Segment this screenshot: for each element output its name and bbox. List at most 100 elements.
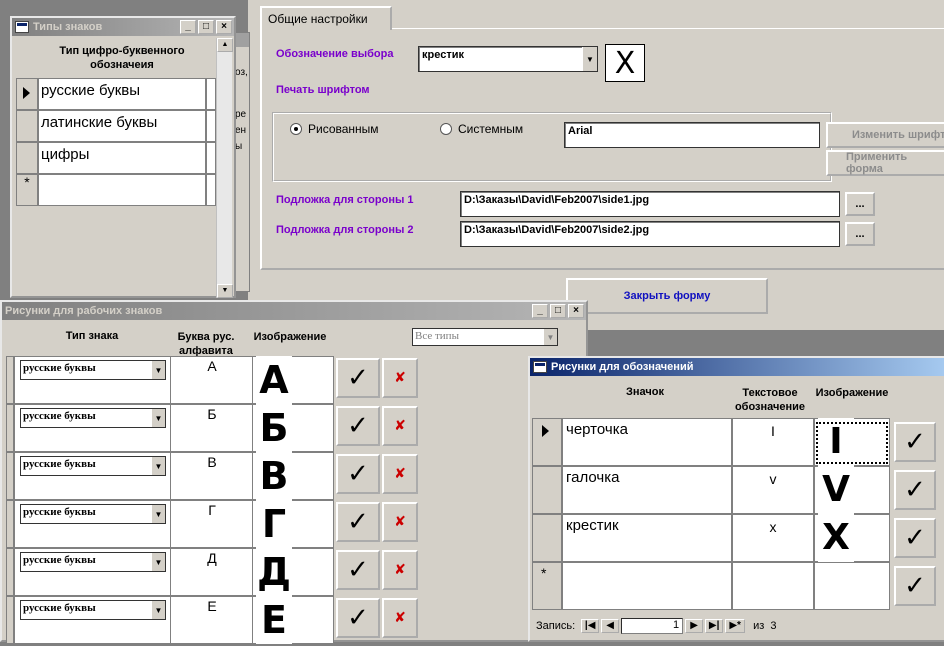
- letter-row-selector[interactable]: [6, 548, 14, 596]
- new-record-icon[interactable]: *: [16, 174, 38, 206]
- radio-system[interactable]: Системным: [440, 122, 523, 136]
- letter-row-selector[interactable]: [6, 500, 14, 548]
- mark-text-cell[interactable]: I: [732, 418, 814, 466]
- check-icon[interactable]: ✓: [894, 470, 936, 510]
- selection-combo[interactable]: крестик ▼: [418, 46, 598, 72]
- letter-type-combo[interactable]: русские буквы ▼: [20, 600, 166, 620]
- letter-row[interactable]: русские буквы ▼ А А ✓ ✘: [6, 356, 576, 404]
- types-new-row[interactable]: [38, 174, 206, 206]
- mark-name-cell[interactable]: галочка: [562, 466, 732, 514]
- check-icon[interactable]: ✓: [894, 422, 936, 462]
- record-selector[interactable]: [532, 514, 562, 562]
- letter-type-combo[interactable]: русские буквы ▼: [20, 552, 166, 572]
- types-row[interactable]: цифры: [38, 142, 206, 174]
- first-record-icon[interactable]: |◀: [581, 619, 600, 633]
- record-selector[interactable]: [532, 466, 562, 514]
- letter-type-combo[interactable]: русские буквы ▼: [20, 408, 166, 428]
- delete-icon[interactable]: ✘: [382, 406, 418, 446]
- mark-row[interactable]: черточка I I ✓: [532, 418, 944, 466]
- check-icon[interactable]: ✓: [336, 598, 380, 638]
- bg1-path-field[interactable]: D:\Заказы\David\Feb2007\side1.jpg: [460, 191, 840, 217]
- chevron-down-icon[interactable]: ▼: [151, 601, 165, 619]
- letter-row-selector[interactable]: [6, 404, 14, 452]
- letter-row[interactable]: русские буквы ▼ Е Е ✓ ✘: [6, 596, 576, 644]
- check-icon[interactable]: ✓: [894, 518, 936, 558]
- letter-row[interactable]: русские буквы ▼ Г Г ✓ ✘: [6, 500, 576, 548]
- delete-icon[interactable]: ✘: [382, 358, 418, 398]
- delete-icon[interactable]: ✘: [382, 502, 418, 542]
- bg1-browse-button[interactable]: ...: [845, 192, 875, 216]
- record-selector[interactable]: [532, 418, 562, 466]
- radio-drawn[interactable]: Рисованным: [290, 122, 379, 136]
- letter-row-selector[interactable]: [6, 596, 14, 644]
- col-image-header: Изображение: [253, 331, 327, 343]
- check-icon[interactable]: ✓: [894, 566, 936, 606]
- types-vscroll[interactable]: ▲ ▼: [216, 38, 233, 298]
- mark-name-cell[interactable]: крестик: [562, 514, 732, 562]
- last-record-icon[interactable]: ▶|: [705, 619, 724, 633]
- mark-text-cell[interactable]: v: [732, 466, 814, 514]
- close-form-button[interactable]: Закрыть форму: [566, 278, 768, 314]
- font-name-field[interactable]: Arial: [564, 122, 820, 148]
- delete-icon[interactable]: ✘: [382, 550, 418, 590]
- new-record-nav-icon[interactable]: ▶*: [725, 619, 746, 633]
- scroll-down-icon[interactable]: ▼: [217, 284, 233, 298]
- change-font-button[interactable]: Изменить шрифт: [826, 122, 944, 148]
- scroll-up-icon[interactable]: ▲: [217, 38, 233, 52]
- mark-row[interactable]: крестик x X ✓: [532, 514, 944, 562]
- letter-row-selector[interactable]: [6, 356, 14, 404]
- maximize-icon[interactable]: □: [198, 20, 214, 34]
- chevron-down-icon[interactable]: ▼: [151, 409, 165, 427]
- apply-format-button[interactable]: Применить форма: [826, 150, 944, 176]
- mark-image-cell[interactable]: [814, 562, 890, 610]
- mark-name-cell[interactable]: черточка: [562, 418, 732, 466]
- letter-row[interactable]: русские буквы ▼ Б Б ✓ ✘: [6, 404, 576, 452]
- mark-row[interactable]: галочка v V ✓: [532, 466, 944, 514]
- bg2-browse-button[interactable]: ...: [845, 222, 875, 246]
- record-selector[interactable]: [16, 110, 38, 142]
- mark-text-cell[interactable]: [732, 562, 814, 610]
- letter-row[interactable]: русские буквы ▼ В В ✓ ✘: [6, 452, 576, 500]
- delete-icon[interactable]: ✘: [382, 598, 418, 638]
- maximize-icon[interactable]: □: [550, 304, 566, 318]
- minimize-icon[interactable]: _: [180, 20, 196, 34]
- chevron-down-icon[interactable]: ▼: [543, 329, 557, 345]
- type-filter-combo[interactable]: Все типы ▼: [412, 328, 558, 346]
- letter-row-selector[interactable]: [6, 452, 14, 500]
- check-icon[interactable]: ✓: [336, 358, 380, 398]
- delete-icon[interactable]: ✘: [382, 454, 418, 494]
- close-icon[interactable]: ×: [568, 304, 584, 318]
- types-titlebar[interactable]: Типы знаков _ □ ×: [12, 18, 234, 36]
- chevron-down-icon[interactable]: ▼: [151, 457, 165, 475]
- next-record-icon[interactable]: ▶: [685, 619, 704, 633]
- check-icon[interactable]: ✓: [336, 406, 380, 446]
- letter-type-combo[interactable]: русские буквы ▼: [20, 504, 166, 524]
- mark-new-row[interactable]: * ✓: [532, 562, 944, 610]
- check-icon[interactable]: ✓: [336, 454, 380, 494]
- bg2-path-field[interactable]: D:\Заказы\David\Feb2007\side2.jpg: [460, 221, 840, 247]
- types-row[interactable]: русские буквы: [38, 78, 206, 110]
- letter-row[interactable]: русские буквы ▼ Д Д ✓ ✘: [6, 548, 576, 596]
- letter-type-combo[interactable]: русские буквы ▼: [20, 360, 166, 380]
- prev-record-icon[interactable]: ◀: [601, 619, 620, 633]
- mark-text-cell[interactable]: x: [732, 514, 814, 562]
- mark-name-cell[interactable]: [562, 562, 732, 610]
- check-icon[interactable]: ✓: [336, 502, 380, 542]
- record-selector[interactable]: [16, 142, 38, 174]
- chevron-down-icon[interactable]: ▼: [151, 505, 165, 523]
- chevron-down-icon[interactable]: ▼: [151, 361, 165, 379]
- types-row[interactable]: латинские буквы: [38, 110, 206, 142]
- chevron-down-icon[interactable]: ▼: [151, 553, 165, 571]
- check-icon[interactable]: ✓: [336, 550, 380, 590]
- nav-record-field[interactable]: 1: [621, 618, 684, 634]
- letter-type-combo[interactable]: русские буквы ▼: [20, 456, 166, 476]
- letters-titlebar[interactable]: Рисунки для рабочих знаков _ □ ×: [2, 302, 586, 320]
- chevron-down-icon[interactable]: ▼: [582, 47, 597, 71]
- close-icon[interactable]: ×: [216, 20, 232, 34]
- minimize-icon[interactable]: _: [532, 304, 548, 318]
- image-selection-frame[interactable]: [816, 422, 888, 464]
- marks-titlebar[interactable]: Рисунки для обозначений: [530, 358, 944, 376]
- record-selector-icon[interactable]: [16, 78, 38, 110]
- tab-general-settings[interactable]: Общие настройки: [260, 6, 392, 30]
- new-record-icon[interactable]: *: [532, 562, 562, 610]
